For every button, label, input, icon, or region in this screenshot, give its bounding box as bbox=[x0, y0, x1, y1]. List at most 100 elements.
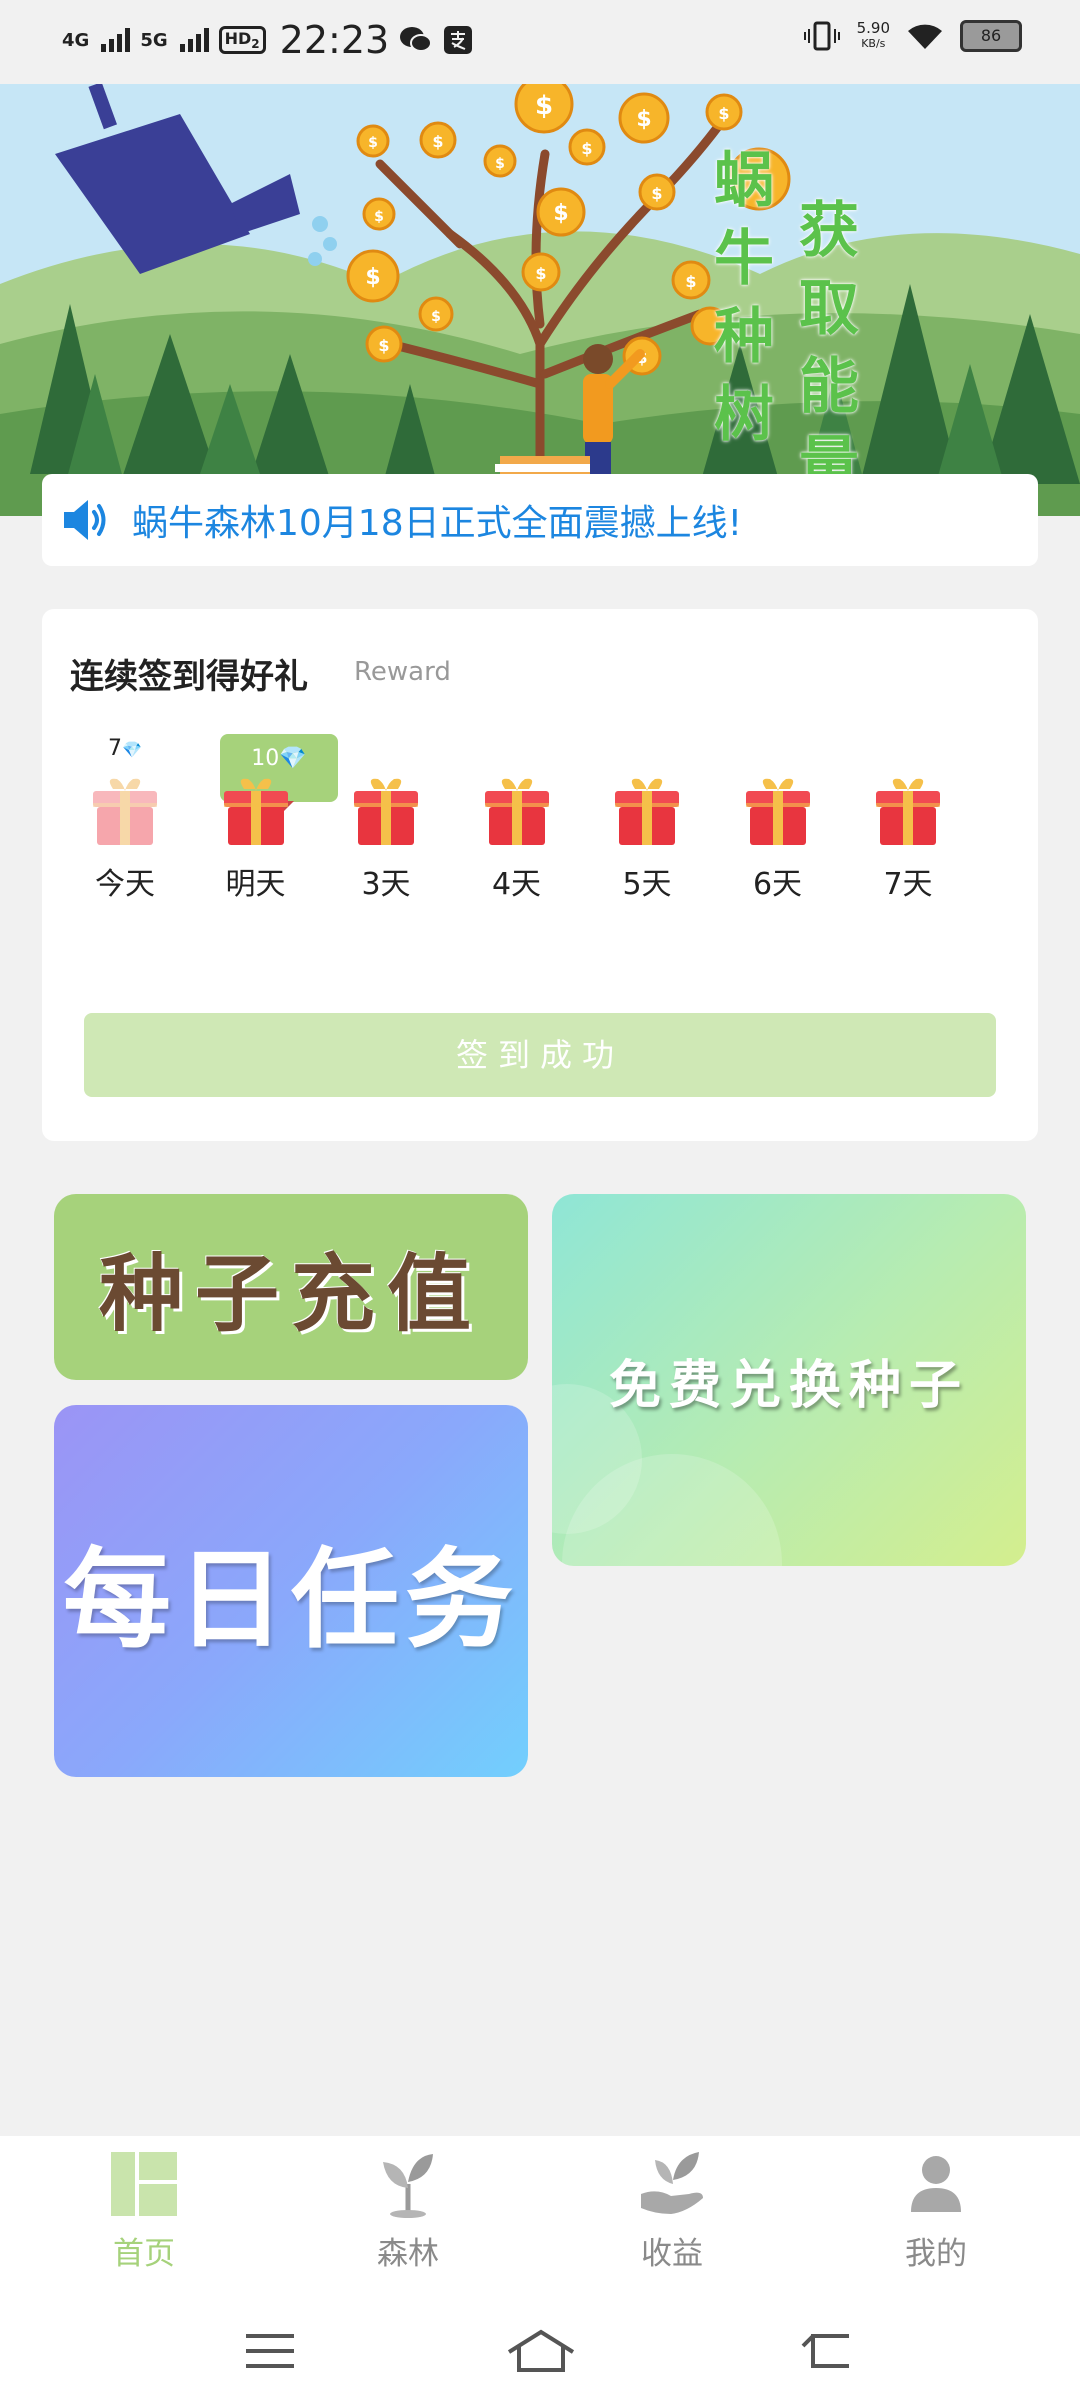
day-label: 6天 bbox=[752, 867, 803, 902]
checkin-day: 6天 bbox=[723, 729, 833, 903]
checkin-card: 连续签到得好礼 Reward 10💎 7💎 今天 明天 3天 4天 5天 6天 7天 签到成功 bbox=[42, 609, 1038, 1141]
hd-label: HD bbox=[224, 28, 252, 48]
wifi-icon bbox=[908, 24, 942, 49]
svg-text:$: $ bbox=[495, 156, 505, 172]
svg-text:$: $ bbox=[374, 209, 384, 225]
home-icon[interactable] bbox=[505, 2326, 577, 2376]
hand-plant-icon bbox=[641, 2152, 703, 2214]
svg-text:$: $ bbox=[432, 132, 443, 151]
day-reward bbox=[331, 729, 441, 769]
gift-box-icon bbox=[93, 778, 157, 845]
signal-4g: 4G bbox=[62, 30, 89, 51]
banner-slogan-char: 取 bbox=[799, 274, 859, 344]
banner-slogan-char: 种 bbox=[714, 302, 774, 372]
nav-item-profile[interactable]: 我的 bbox=[856, 2150, 1016, 2273]
svg-text:$: $ bbox=[365, 265, 380, 290]
back-icon[interactable] bbox=[795, 2326, 855, 2376]
gift-box-icon bbox=[354, 778, 418, 845]
signal-5g-label: 5G bbox=[140, 29, 168, 51]
speaker-icon bbox=[64, 500, 106, 540]
free-exchange-tile[interactable]: 免费兑换种子 bbox=[552, 1194, 1026, 1566]
announcement-bar[interactable]: 蜗牛森林10月18日正式全面震撼上线! bbox=[42, 474, 1038, 566]
checkin-day: 5天 bbox=[592, 729, 702, 903]
signal-5g: 5G bbox=[140, 30, 167, 51]
day-reward bbox=[592, 729, 702, 769]
checkin-subtitle: Reward bbox=[354, 657, 451, 687]
sprout-icon bbox=[383, 2154, 433, 2218]
svg-text:$: $ bbox=[535, 91, 553, 121]
svg-text:$: $ bbox=[431, 309, 441, 325]
banner-slogan-1: 蜗 牛 种 树 bbox=[709, 142, 779, 454]
nav-label: 我的 bbox=[905, 2236, 967, 2272]
banner-slogan-2: 获 取 能 量 bbox=[794, 192, 864, 504]
diamond-icon: 💎 bbox=[122, 740, 142, 759]
gift-box-icon bbox=[615, 778, 679, 845]
alipay-icon bbox=[444, 26, 473, 54]
net-speed-unit: KB/s bbox=[861, 37, 886, 50]
svg-text:$: $ bbox=[368, 135, 378, 151]
checkin-title: 连续签到得好礼 bbox=[70, 657, 308, 697]
day-label: 7天 bbox=[883, 867, 933, 902]
seed-recharge-tile[interactable]: 种子充值 bbox=[54, 1194, 528, 1380]
announcement-text: 蜗牛森林10月18日正式全面震撼上线! bbox=[132, 503, 743, 544]
day-reward bbox=[853, 729, 963, 769]
person-icon bbox=[911, 2156, 961, 2212]
nav-item-forest[interactable]: 森林 bbox=[328, 2150, 488, 2273]
day-label: 明天 bbox=[225, 867, 286, 902]
checkin-day: 7天 bbox=[853, 729, 963, 903]
svg-text:$: $ bbox=[651, 184, 662, 203]
battery-icon: 86 bbox=[960, 20, 1022, 52]
daily-task-tile[interactable]: 每日任务 bbox=[54, 1405, 528, 1777]
net-speed-value: 5.90 bbox=[856, 19, 890, 37]
svg-text:$: $ bbox=[718, 104, 729, 123]
svg-text:$: $ bbox=[636, 107, 651, 132]
gift-box-icon bbox=[484, 778, 549, 845]
nav-label: 森林 bbox=[377, 2236, 439, 2272]
gift-box-icon bbox=[223, 778, 288, 845]
menu-icon[interactable] bbox=[240, 2326, 300, 2376]
banner-slogan-char: 树 bbox=[714, 380, 774, 450]
svg-text:$: $ bbox=[581, 139, 592, 158]
day-label: 4天 bbox=[491, 867, 542, 902]
banner-slogan-char: 能 bbox=[799, 352, 859, 422]
gift-box-icon bbox=[876, 778, 940, 845]
home-grid-icon bbox=[111, 2152, 177, 2216]
svg-text:$: $ bbox=[378, 336, 389, 355]
nav-label: 首页 bbox=[113, 2236, 175, 2272]
banner-slogan-char: 蜗 bbox=[714, 146, 774, 216]
gift-box-icon bbox=[745, 778, 810, 845]
signal-bars-icon bbox=[101, 28, 131, 52]
day-label: 今天 bbox=[95, 867, 155, 902]
nav-label: 收益 bbox=[641, 2236, 703, 2272]
banner[interactable]: $$ $$ $$ $$ $$ $$ $$ $$ 蜗 牛 种 树 获 取 能 量 bbox=[0, 84, 1080, 516]
checkin-day: 明天 bbox=[201, 729, 311, 903]
wechat-icon bbox=[400, 27, 433, 52]
status-bar: 4G 5G HD2 22:23 5.90 KB/s 86 bbox=[0, 0, 1080, 84]
nav-item-earnings[interactable]: 收益 bbox=[592, 2150, 752, 2273]
nav-item-home[interactable]: 首页 bbox=[64, 2150, 224, 2273]
banner-slogan-char: 牛 bbox=[714, 224, 774, 294]
hd-sub-label: 2 bbox=[251, 37, 260, 52]
svg-text:$: $ bbox=[685, 272, 696, 291]
free-exchange-label: 免费兑换种子 bbox=[608, 1355, 969, 1416]
signal-bars-icon bbox=[179, 28, 209, 52]
day-reward: 7💎 bbox=[70, 729, 180, 769]
banner-slogan-char: 获 bbox=[799, 196, 859, 266]
checkin-day: 7💎 今天 bbox=[70, 729, 180, 903]
seed-recharge-label: 种子充值 bbox=[98, 1244, 483, 1343]
net-speed: 5.90 KB/s bbox=[857, 20, 890, 52]
day-reward-value: 7 bbox=[108, 736, 123, 761]
clock: 22:23 bbox=[279, 18, 390, 62]
day-reward bbox=[723, 729, 833, 769]
vibrate-icon bbox=[803, 21, 840, 51]
system-nav-bar bbox=[0, 2296, 1080, 2408]
banner-illustration: $$ $$ $$ $$ $$ $$ $$ $$ bbox=[0, 84, 1080, 516]
signal-4g-label: 4G bbox=[62, 29, 90, 51]
bottom-nav: 首页 森林 收益 我的 bbox=[0, 2136, 1080, 2296]
svg-text:$: $ bbox=[535, 264, 546, 283]
day-label: 5天 bbox=[622, 867, 672, 902]
checkin-button[interactable]: 签到成功 bbox=[84, 1013, 996, 1097]
daily-task-label: 每日任务 bbox=[62, 1538, 519, 1663]
day-reward bbox=[462, 729, 572, 769]
battery-level: 86 bbox=[980, 26, 1002, 45]
